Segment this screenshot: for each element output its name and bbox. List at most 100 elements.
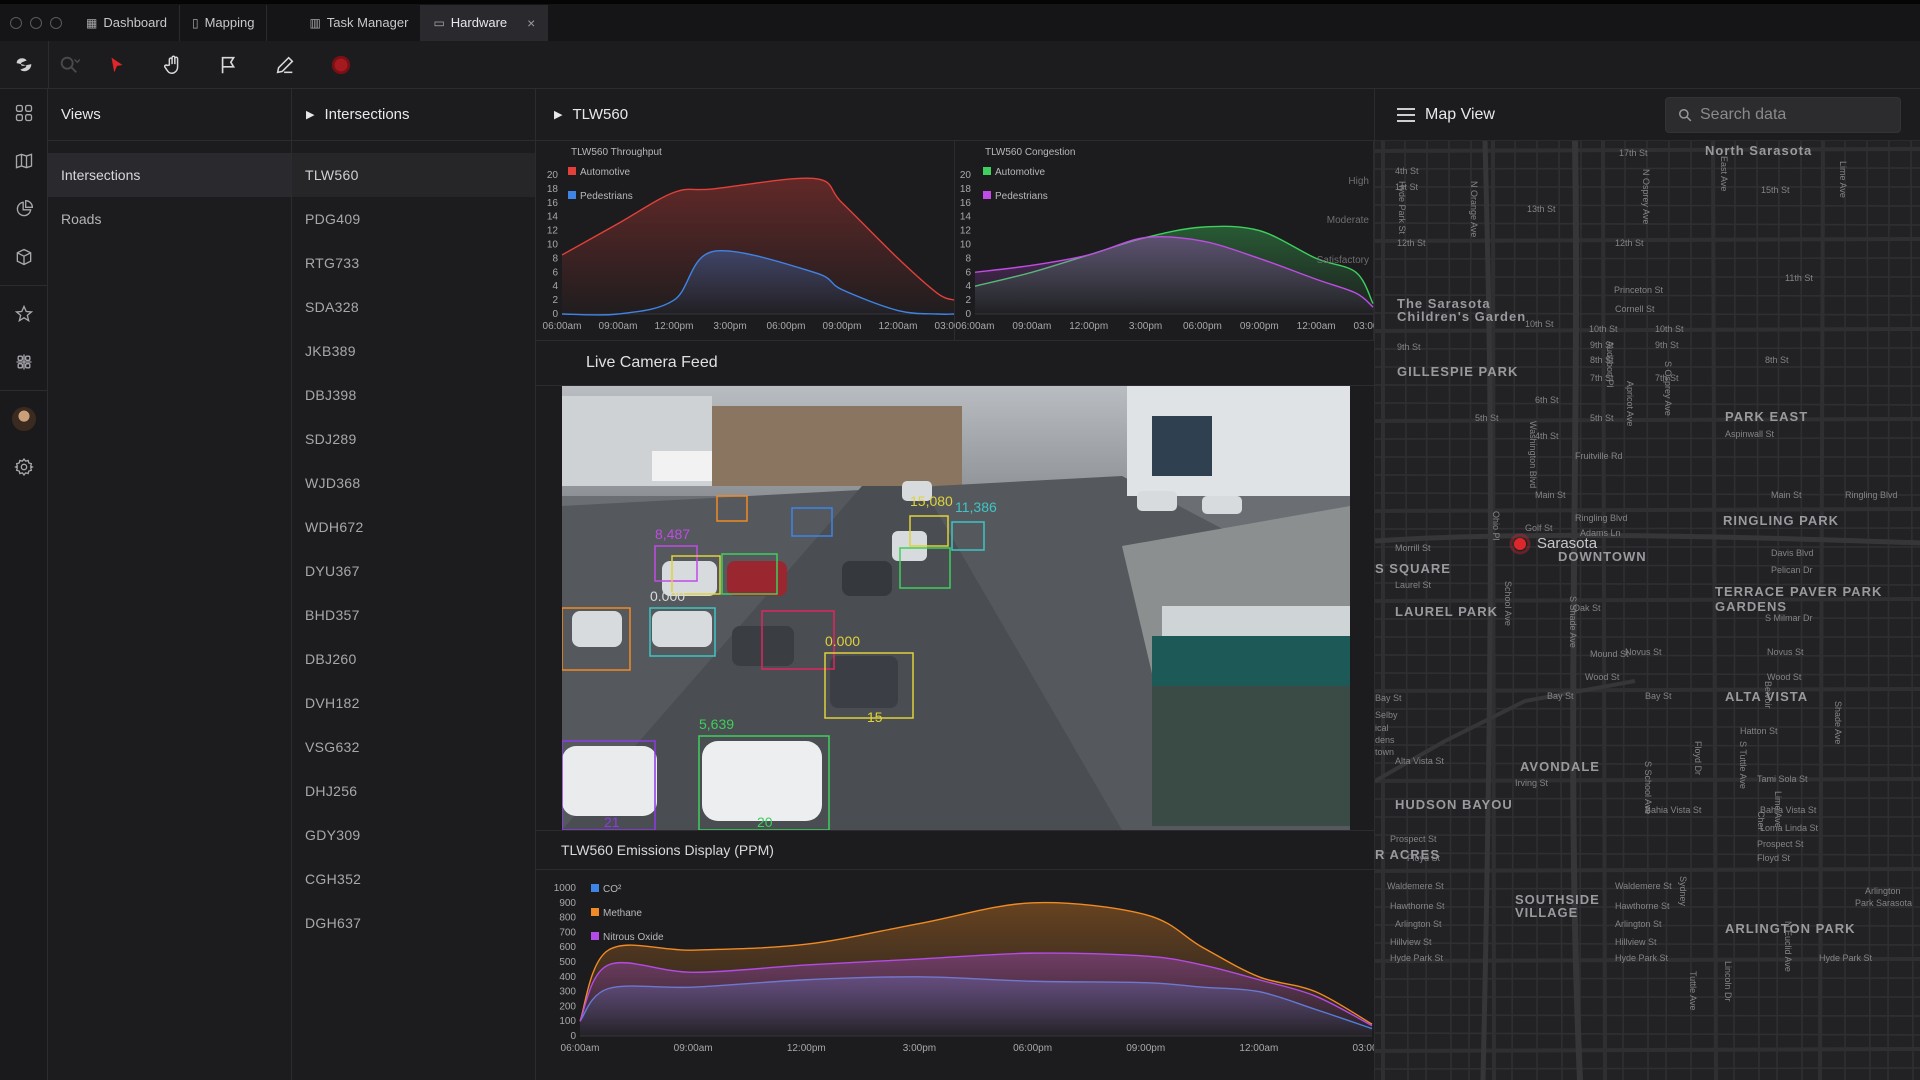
intersections-header[interactable]: ▶ Intersections (292, 89, 535, 141)
map-street-label: Hyde Park St (1397, 181, 1407, 235)
svg-text:15: 15 (867, 709, 883, 725)
map-street-label: East Ave (1719, 156, 1729, 191)
intersection-item[interactable]: SDJ289 (292, 417, 535, 461)
map-label: Hawthorne St (1615, 901, 1670, 911)
zoom-tool-icon[interactable] (49, 41, 89, 89)
select-tool-icon[interactable] (89, 41, 145, 89)
map-label: Ringling Blvd (1575, 513, 1628, 523)
intersection-item[interactable]: WJD368 (292, 461, 535, 505)
search-input[interactable] (1700, 105, 1890, 124)
chart-title: TLW560 Congestion (985, 147, 1075, 158)
y-tick-label: 16 (960, 198, 972, 209)
y-tick-label: 2 (552, 295, 558, 306)
menu-icon (1397, 107, 1415, 122)
y-tick-label: 200 (559, 1001, 576, 1012)
map-label: Hillview St (1390, 937, 1432, 947)
svg-text:8,487: 8,487 (655, 526, 690, 542)
map-label: GARDENS (1715, 599, 1787, 614)
legend-label: Automotive (995, 167, 1045, 178)
star-icon[interactable] (0, 290, 48, 338)
map-label: Hyde Park St (1615, 953, 1669, 963)
intersection-item[interactable]: PDG409 (292, 197, 535, 241)
flag-tool-icon[interactable] (201, 41, 257, 89)
close-window-button[interactable] (10, 16, 22, 29)
intersection-item[interactable]: DBJ260 (292, 637, 535, 681)
map-label: Pelican Dr (1771, 565, 1813, 575)
maximize-window-button[interactable] (50, 16, 62, 29)
intersection-item[interactable]: RTG733 (292, 241, 535, 285)
camera-feed-title: Live Camera Feed (536, 341, 1374, 386)
map-title-group[interactable]: Map View (1375, 106, 1665, 124)
map-label: 11th St (1785, 273, 1813, 283)
intersection-item[interactable]: DVH182 (292, 681, 535, 725)
intersection-item[interactable]: SDA328 (292, 285, 535, 329)
map-label: Main St (1535, 490, 1566, 500)
grid-icon[interactable] (0, 89, 48, 137)
y-tick-label: 0 (965, 309, 971, 320)
congestion-chart: TLW560 Congestion 0 2 4 6 8 10 12 14 16 18 20 06:00a… (955, 141, 1374, 341)
y-tick-label: 4 (552, 281, 558, 292)
y-tick-label: 400 (559, 972, 576, 983)
network-icon[interactable] (0, 338, 48, 386)
camera-feed[interactable]: 8,487 15,080 11,386 0.000 0.000 5,639 15… (562, 386, 1350, 830)
map-street-label: Lincoln Dr (1723, 961, 1733, 1002)
emissions-title: TLW560 Emissions Display (PPM) (536, 830, 1374, 870)
congestion-level-label: Satisfactory (1317, 255, 1369, 266)
y-tick-label: 700 (559, 927, 576, 938)
pie-chart-icon[interactable] (0, 185, 48, 233)
map-icon[interactable] (0, 137, 48, 185)
logo-icon[interactable] (0, 41, 48, 89)
svg-text:0.000: 0.000 (650, 588, 685, 604)
views-item-intersections[interactable]: Intersections (48, 153, 291, 197)
tab-dashboard[interactable]: ▦ Dashboard (74, 4, 180, 41)
intersection-item[interactable]: DYU367 (292, 549, 535, 593)
map-street-label: N Orange Ave (1469, 181, 1479, 237)
map-panel: Map View North Sarasota17th St4th St1st … (1374, 89, 1920, 1080)
tab-mapping[interactable]: ▯ Mapping (180, 4, 268, 41)
intersection-item[interactable]: BHD357 (292, 593, 535, 637)
intersection-item[interactable]: DGH637 (292, 901, 535, 945)
y-tick-label: 14 (547, 212, 559, 223)
book-icon: ▯ (191, 15, 199, 30)
map-label: Arlington St (1615, 919, 1662, 929)
svg-text:5,639: 5,639 (699, 716, 734, 732)
intersection-item[interactable]: GDY309 (292, 813, 535, 857)
legend-label: Automotive (580, 167, 630, 178)
search-box[interactable] (1665, 96, 1901, 133)
map-label: PARK EAST (1725, 409, 1808, 424)
x-tick-label: 3:00pm (903, 1043, 936, 1054)
minimize-window-button[interactable] (30, 16, 42, 29)
cube-icon[interactable] (0, 233, 48, 281)
x-tick-label: 09:00am (674, 1043, 713, 1054)
map-label: 8th St (1765, 355, 1789, 365)
map-street-label: Ohio Pl (1491, 511, 1501, 541)
map-label: Selby (1375, 710, 1398, 720)
intersection-item[interactable]: TLW560 (292, 153, 535, 197)
map-street-label: Washington Blvd (1528, 421, 1538, 488)
intersection-item[interactable]: JKB389 (292, 329, 535, 373)
settings-icon[interactable] (0, 443, 48, 491)
close-tab-icon[interactable]: × (527, 15, 535, 31)
intersection-item[interactable]: VSG632 (292, 725, 535, 769)
avatar[interactable] (0, 395, 48, 443)
y-tick-label: 20 (547, 170, 559, 181)
x-tick-label: 06:00am (561, 1043, 600, 1054)
intersection-item[interactable]: DHJ256 (292, 769, 535, 813)
intersection-item[interactable]: DBJ398 (292, 373, 535, 417)
map-canvas[interactable]: North Sarasota 17th St 4th St 1st St 13th St… (1375, 141, 1920, 1080)
intersection-item[interactable]: CGH352 (292, 857, 535, 901)
intersection-item[interactable]: WDH672 (292, 505, 535, 549)
map-label: Davis Blvd (1771, 548, 1814, 558)
main-header[interactable]: ▶ TLW560 (536, 89, 1374, 141)
record-button[interactable] (313, 41, 369, 89)
map-label: Cornell St (1615, 304, 1655, 314)
main-panel: ▶ TLW560 TLW560 Throughput 0 2 4 6 8 10 12 14 16 1… (536, 89, 1391, 1080)
edit-tool-icon[interactable] (257, 41, 313, 89)
x-tick-label: 06:00pm (767, 321, 806, 332)
legend-label: CO² (603, 884, 622, 895)
tab-hardware[interactable]: ▭ Hardware × (421, 4, 549, 41)
map-label: ical (1375, 723, 1389, 733)
tab-task-manager[interactable]: ▥ Task Manager (297, 4, 422, 41)
hand-tool-icon[interactable] (145, 41, 201, 89)
views-item-roads[interactable]: Roads (48, 197, 291, 241)
